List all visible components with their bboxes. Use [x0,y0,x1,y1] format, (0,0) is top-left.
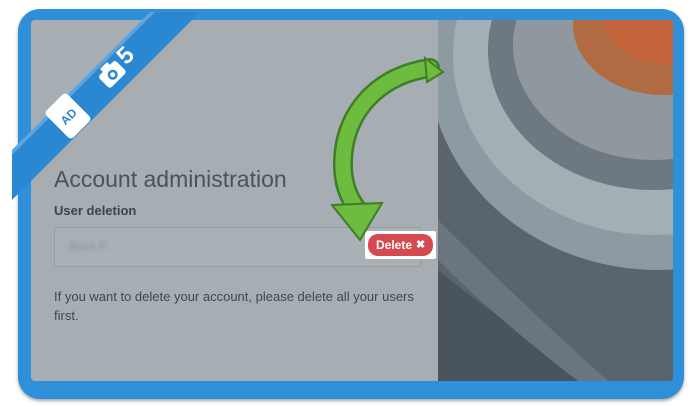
account-panel: Account administration User deletion Bas… [31,20,438,381]
delete-button-label: Delete [376,238,413,252]
delete-highlight: Delete ✖ [365,231,437,259]
screen-area: Account administration User deletion Bas… [31,20,673,381]
close-icon: ✖ [416,238,426,251]
delete-user-button[interactable]: Delete ✖ [368,234,434,256]
background-art [438,20,673,381]
help-text: If you want to delete your account, plea… [54,289,414,323]
user-row: Bass P. Delete ✖ [54,227,437,267]
user-name: Bass P. [69,239,109,253]
page-title: Account administration [54,166,287,192]
section-label-user-deletion: User deletion [54,203,137,218]
decorative-background [438,20,673,381]
